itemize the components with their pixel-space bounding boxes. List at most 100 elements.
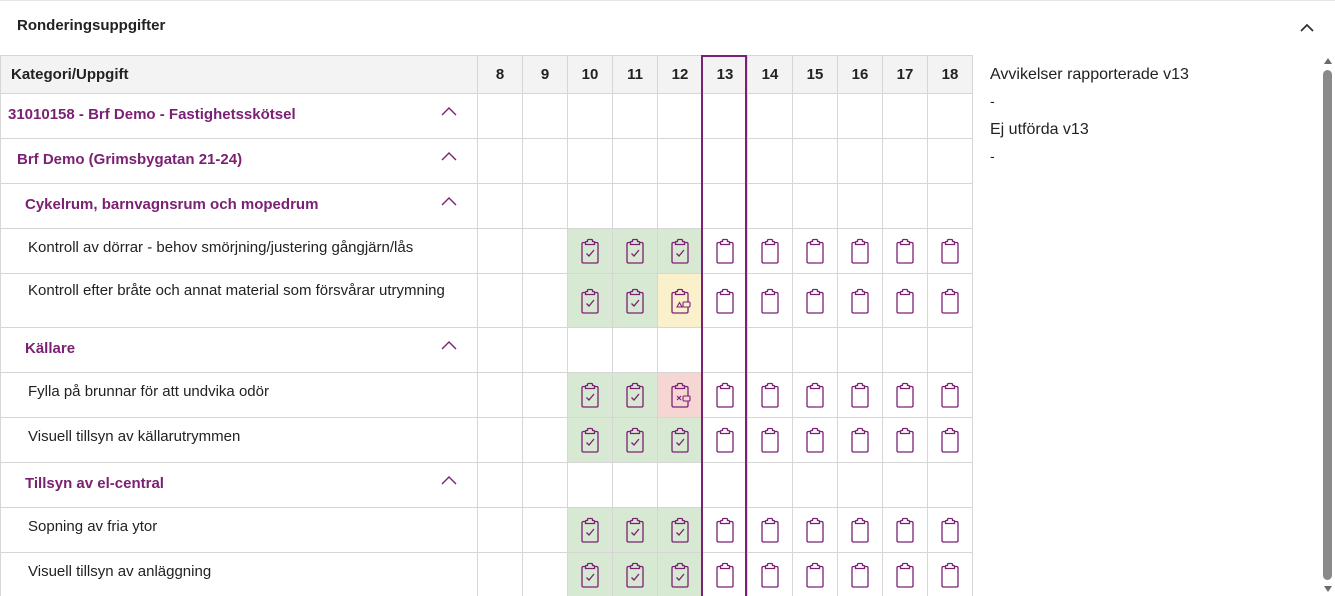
clipboard-check-icon[interactable] [623, 516, 647, 544]
clipboard-icon[interactable] [713, 516, 737, 544]
clipboard-icon[interactable] [893, 426, 917, 454]
group-label-cell[interactable]: 31010158 - Brf Demo - Fastighetsskötsel [0, 93, 478, 139]
clipboard-icon[interactable] [848, 516, 872, 544]
clipboard-icon[interactable] [893, 381, 917, 409]
current-week-header: 13 [702, 55, 748, 94]
clipboard-icon[interactable] [758, 561, 782, 589]
clipboard-icon[interactable] [713, 426, 737, 454]
clipboard-check-icon[interactable] [623, 381, 647, 409]
clipboard-icon[interactable] [848, 426, 872, 454]
clipboard-check-icon[interactable] [623, 426, 647, 454]
clipboard-icon[interactable] [848, 381, 872, 409]
week-cell [882, 138, 928, 184]
group-label-cell[interactable]: Brf Demo (Grimsbygatan 21-24) [0, 138, 478, 184]
week-header: 12 [657, 55, 703, 94]
week-cell [522, 93, 568, 139]
clipboard-icon[interactable] [893, 561, 917, 589]
clipboard-icon[interactable] [803, 516, 827, 544]
collapse-group-chevron-icon[interactable] [439, 194, 459, 208]
group-name: Cykelrum, barnvagnsrum och mopedrum [25, 196, 319, 213]
clipboard-icon[interactable] [938, 561, 962, 589]
week-cell [927, 183, 973, 229]
clipboard-check-icon[interactable] [623, 237, 647, 265]
clipboard-icon[interactable] [803, 237, 827, 265]
clipboard-check-icon[interactable] [578, 426, 602, 454]
week-cell [747, 507, 793, 553]
week-cell [747, 552, 793, 596]
clipboard-icon[interactable] [938, 381, 962, 409]
week-cell [882, 462, 928, 508]
group-name: 31010158 - Brf Demo - Fastighetsskötsel [8, 106, 296, 123]
clipboard-icon[interactable] [758, 287, 782, 315]
clipboard-icon[interactable] [848, 561, 872, 589]
clipboard-icon[interactable] [938, 287, 962, 315]
clipboard-warning-comment-icon[interactable] [668, 287, 692, 315]
clipboard-icon[interactable] [713, 381, 737, 409]
clipboard-icon[interactable] [803, 561, 827, 589]
clipboard-check-icon[interactable] [578, 516, 602, 544]
clipboard-icon[interactable] [803, 426, 827, 454]
vertical-scrollbar[interactable] [1321, 58, 1335, 596]
clipboard-check-icon[interactable] [578, 237, 602, 265]
task-label-cell: Visuell tillsyn av anläggning [0, 552, 478, 596]
clipboard-x-comment-icon[interactable] [668, 381, 692, 409]
group-row: Tillsyn av el-central [0, 462, 973, 508]
week-cell [837, 183, 883, 229]
clipboard-check-icon[interactable] [578, 381, 602, 409]
clipboard-icon[interactable] [758, 516, 782, 544]
clipboard-icon[interactable] [938, 516, 962, 544]
clipboard-icon[interactable] [758, 426, 782, 454]
week-cell [747, 462, 793, 508]
clipboard-check-icon[interactable] [623, 561, 647, 589]
clipboard-check-icon[interactable] [668, 237, 692, 265]
week-cell [747, 372, 793, 418]
task-row: Visuell tillsyn av anläggning [0, 552, 973, 596]
clipboard-icon[interactable] [758, 237, 782, 265]
clipboard-check-icon[interactable] [668, 516, 692, 544]
clipboard-icon[interactable] [713, 237, 737, 265]
clipboard-check-icon[interactable] [623, 287, 647, 315]
clipboard-icon[interactable] [848, 237, 872, 265]
clipboard-icon[interactable] [803, 287, 827, 315]
group-label-cell[interactable]: Tillsyn av el-central [0, 462, 478, 508]
task-label-cell: Kontroll av dörrar - behov smörjning/jus… [0, 228, 478, 274]
week-cell [657, 327, 703, 373]
clipboard-icon[interactable] [893, 287, 917, 315]
clipboard-check-icon[interactable] [668, 561, 692, 589]
week-cell [792, 462, 838, 508]
week-cell [612, 273, 658, 328]
clipboard-icon[interactable] [713, 287, 737, 315]
clipboard-icon[interactable] [758, 381, 782, 409]
top-divider [0, 0, 1335, 1]
clipboard-icon[interactable] [938, 237, 962, 265]
clipboard-icon[interactable] [848, 287, 872, 315]
collapse-group-chevron-icon[interactable] [439, 473, 459, 487]
clipboard-check-icon[interactable] [668, 426, 692, 454]
scroll-thumb[interactable] [1323, 70, 1332, 580]
week-cell [837, 228, 883, 274]
clipboard-check-icon[interactable] [578, 561, 602, 589]
collapse-group-chevron-icon[interactable] [439, 104, 459, 118]
scroll-down-arrow-icon[interactable] [1324, 586, 1332, 592]
clipboard-check-icon[interactable] [578, 287, 602, 315]
week-cell [657, 462, 703, 508]
group-label-cell[interactable]: Källare [0, 327, 478, 373]
group-label-cell[interactable]: Cykelrum, barnvagnsrum och mopedrum [0, 183, 478, 229]
clipboard-icon[interactable] [713, 561, 737, 589]
clipboard-icon[interactable] [893, 237, 917, 265]
task-row: Kontroll efter bråte och annat material … [0, 273, 973, 328]
scroll-up-arrow-icon[interactable] [1324, 58, 1332, 64]
clipboard-icon[interactable] [803, 381, 827, 409]
collapse-group-chevron-icon[interactable] [439, 149, 459, 163]
collapse-group-chevron-icon[interactable] [439, 338, 459, 352]
collapse-panel-button[interactable] [1296, 18, 1318, 38]
week-cell [477, 507, 523, 553]
task-name: Visuell tillsyn av anläggning [28, 563, 212, 580]
clipboard-icon[interactable] [893, 516, 917, 544]
week-cell [567, 507, 613, 553]
task-row: Fylla på brunnar för att undvika odör [0, 372, 973, 418]
clipboard-icon[interactable] [938, 426, 962, 454]
task-row: Visuell tillsyn av källarutrymmen [0, 417, 973, 463]
week-cell [702, 327, 748, 373]
week-cell [657, 552, 703, 596]
